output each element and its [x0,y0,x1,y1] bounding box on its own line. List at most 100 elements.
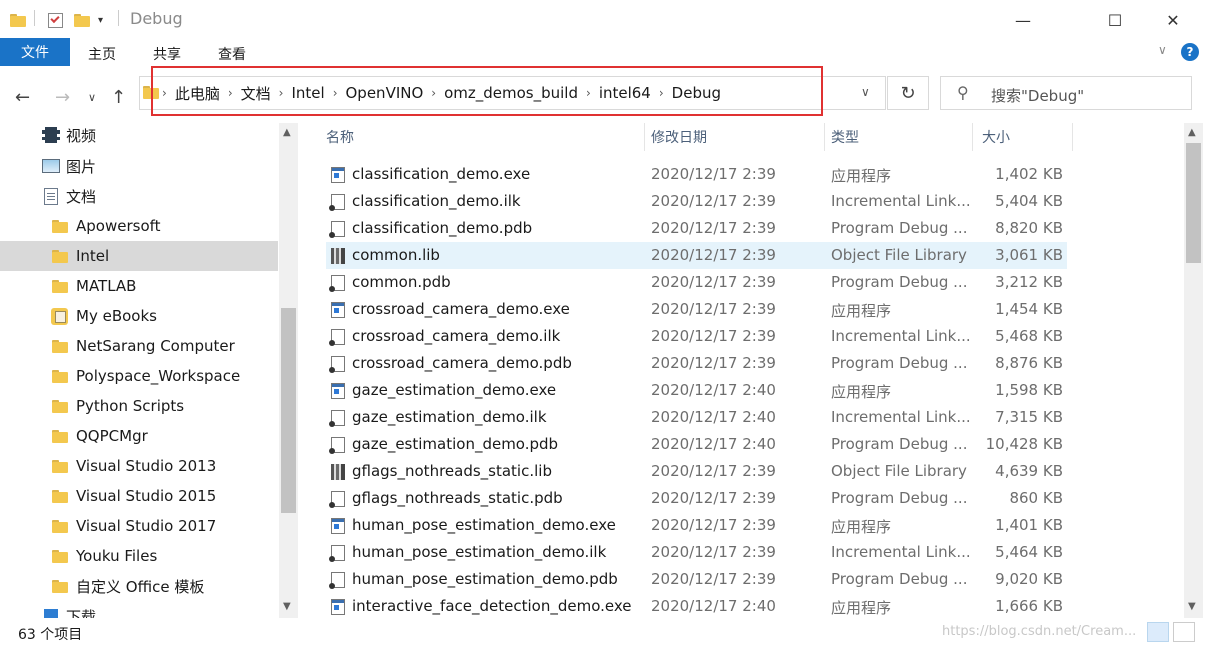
file-list-scrollbar[interactable]: ▲ ▼ [1184,123,1203,618]
file-row[interactable]: human_pose_estimation_demo.exe 2020/12/17… [326,512,1067,539]
column-header-date[interactable]: 修改日期 [651,123,823,151]
column-divider[interactable] [972,123,973,151]
scroll-up-icon[interactable]: ▲ [283,127,291,138]
nav-item-videos[interactable]: 视频 [0,123,278,150]
address-dropdown-icon[interactable]: ∨ [861,85,870,99]
nav-item-label: NetSarang Computer [76,337,235,355]
library-file-icon [331,464,345,480]
nav-item-polyspace[interactable]: Polyspace_Workspace [0,361,278,391]
details-view-icon[interactable] [1147,622,1169,642]
file-row[interactable]: classification_demo.exe 2020/12/17 2:39 应用… [326,161,1067,188]
file-row[interactable]: crossroad_camera_demo.exe 2020/12/17 2:39… [326,296,1067,323]
column-header-size[interactable]: 大小 [982,123,1072,151]
new-folder-icon[interactable] [74,10,90,30]
file-row[interactable]: gflags_nothreads_static.pdb 2020/12/17 2:… [326,485,1067,512]
navigation-pane: 视频 图片 文档 Apowersoft Intel MATLAB My eBoo… [0,123,298,618]
recent-locations-icon[interactable]: ∨ [88,91,96,104]
nav-scrollbar-thumb[interactable] [281,308,296,513]
file-type: Object File Library [831,246,967,264]
file-modified-date: 2020/12/17 2:39 [651,165,776,183]
annotation-box-address [151,66,823,116]
file-name: gflags_nothreads_static.pdb [352,489,563,507]
file-type: 应用程序 [831,383,892,401]
file-list-scrollbar-thumb[interactable] [1186,143,1201,263]
large-icons-view-icon[interactable] [1173,622,1195,642]
column-header-name[interactable]: 名称 [326,123,644,151]
item-count: 63 个项目 [18,627,83,643]
nav-item-python-scripts[interactable]: Python Scripts [0,391,278,421]
properties-icon[interactable] [48,10,63,30]
file-modified-date: 2020/12/17 2:39 [651,219,776,237]
back-arrow-icon[interactable]: ← [15,87,30,108]
file-size: 7,315 KB [995,408,1063,426]
nav-item-my-ebooks[interactable]: My eBooks [0,301,278,331]
file-row[interactable]: classification_demo.pdb 2020/12/17 2:39 Pr… [326,215,1067,242]
tab-home[interactable]: 主页 [88,44,116,64]
scroll-down-icon[interactable]: ▼ [1188,601,1196,612]
file-name: human_pose_estimation_demo.ilk [352,543,607,561]
search-box[interactable]: ⚲ 搜索"Debug" [940,76,1192,110]
tab-share[interactable]: 共享 [153,44,181,64]
collapse-ribbon-icon[interactable]: ∨ [1158,43,1167,57]
scroll-up-icon[interactable]: ▲ [1188,127,1196,138]
forward-arrow-icon[interactable]: → [55,87,70,108]
column-divider[interactable] [644,123,645,151]
nav-scrollbar[interactable]: ▲ ▼ [279,123,298,618]
file-size: 5,464 KB [995,543,1063,561]
close-button[interactable]: ✕ [1150,6,1196,34]
help-icon[interactable]: ? [1181,43,1199,61]
maximize-button[interactable]: ☐ [1092,6,1138,34]
column-divider[interactable] [1072,123,1073,151]
nav-item-youku-files[interactable]: Youku Files [0,541,278,571]
file-row[interactable]: common.lib 2020/12/17 2:39 Object File Lib… [326,242,1067,269]
ebook-folder-icon [51,307,68,325]
nav-item-apowersoft[interactable]: Apowersoft [0,211,278,241]
customize-quick-access-icon[interactable]: ▾ [98,10,103,30]
file-row[interactable]: interactive_face_detection_demo.exe 2020/… [326,593,1067,618]
document-file-icon [329,545,345,562]
folder-icon [52,279,68,293]
nav-item-qqpcmgr[interactable]: QQPCMgr [0,421,278,451]
nav-item-vs2015[interactable]: Visual Studio 2015 [0,481,278,511]
document-file-icon [329,275,345,292]
nav-item-matlab[interactable]: MATLAB [0,271,278,301]
file-row[interactable]: crossroad_camera_demo.ilk 2020/12/17 2:39… [326,323,1067,350]
tab-view[interactable]: 查看 [218,44,246,64]
file-row[interactable]: crossroad_camera_demo.pdb 2020/12/17 2:39… [326,350,1067,377]
window-title: Debug [130,9,183,28]
up-arrow-icon[interactable]: ↑ [111,87,126,108]
document-file-icon [329,572,345,589]
tab-file[interactable]: 文件 [0,38,70,66]
nav-item-downloads[interactable]: 下载 [0,601,278,618]
nav-item-documents[interactable]: 文档 [0,181,278,211]
file-row[interactable]: human_pose_estimation_demo.ilk 2020/12/17… [326,539,1067,566]
column-header-type[interactable]: 类型 [831,123,971,151]
file-size: 1,402 KB [995,165,1063,183]
title-bar: ▾ Debug — ☐ ✕ [0,0,1205,38]
scroll-down-icon[interactable]: ▼ [283,601,291,612]
file-row[interactable]: gflags_nothreads_static.lib 2020/12/17 2:… [326,458,1067,485]
folder-icon [10,10,26,30]
file-row[interactable]: gaze_estimation_demo.ilk 2020/12/17 2:40 I… [326,404,1067,431]
search-input[interactable]: 搜索"Debug" [991,85,1084,106]
file-row[interactable]: common.pdb 2020/12/17 2:39 Program Debug .… [326,269,1067,296]
file-row[interactable]: classification_demo.ilk 2020/12/17 2:39 In… [326,188,1067,215]
file-name: gflags_nothreads_static.lib [352,462,552,480]
refresh-icon[interactable]: ↻ [887,76,929,110]
nav-item-intel[interactable]: Intel [0,241,278,271]
nav-item-office-templates[interactable]: 自定义 Office 模板 [0,571,278,601]
nav-item-vs2017[interactable]: Visual Studio 2017 [0,511,278,541]
minimize-button[interactable]: — [1000,6,1046,34]
nav-item-label: 图片 [66,157,97,176]
nav-item-netsarang[interactable]: NetSarang Computer [0,331,278,361]
image-icon [42,159,60,173]
file-row[interactable]: human_pose_estimation_demo.pdb 2020/12/17… [326,566,1067,593]
document-icon [44,187,58,205]
file-row[interactable]: gaze_estimation_demo.exe 2020/12/17 2:40 应… [326,377,1067,404]
nav-item-pictures[interactable]: 图片 [0,151,278,181]
column-divider[interactable] [824,123,825,151]
file-row[interactable]: gaze_estimation_demo.pdb 2020/12/17 2:40 P… [326,431,1067,458]
nav-item-vs2013[interactable]: Visual Studio 2013 [0,451,278,481]
divider [118,10,119,26]
folder-icon [52,369,68,383]
